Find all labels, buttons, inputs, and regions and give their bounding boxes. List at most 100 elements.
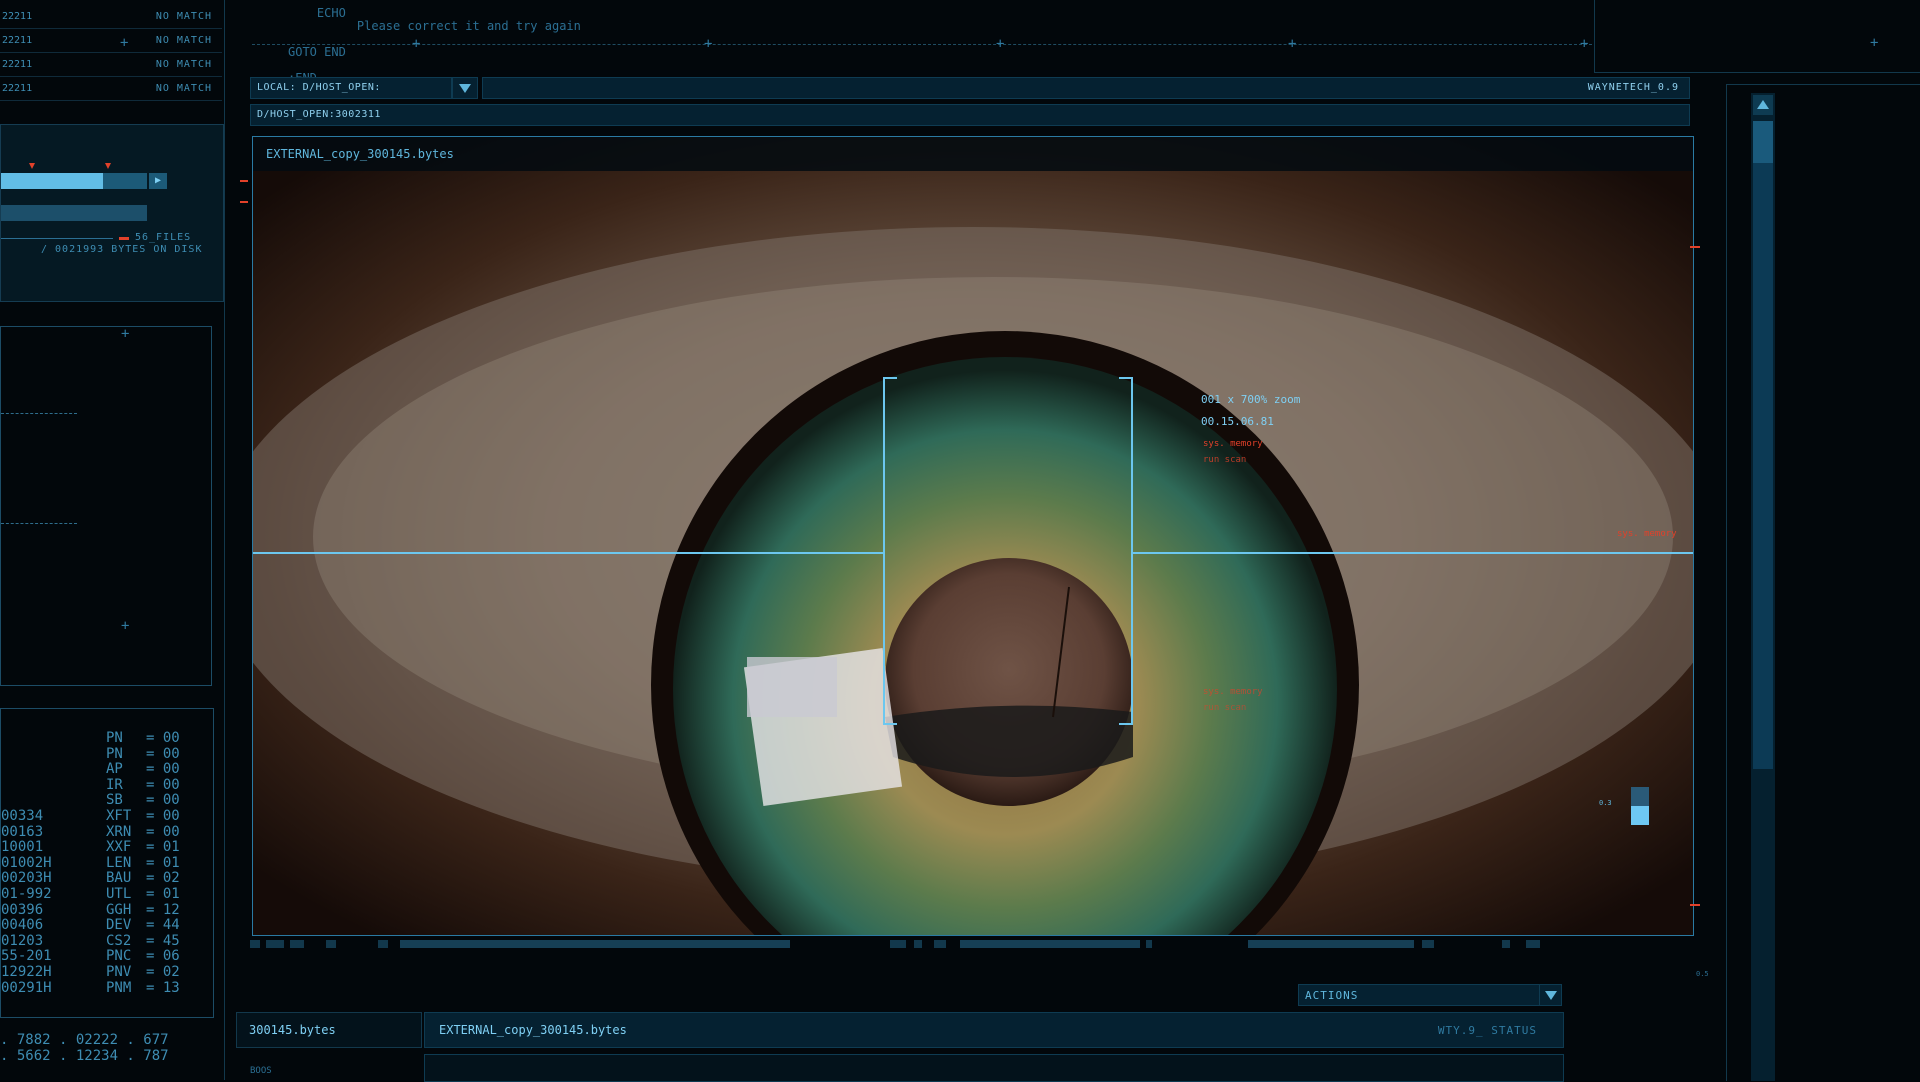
- plus-marker: +: [120, 35, 129, 51]
- register-value: = 13: [146, 979, 180, 996]
- timeline-block: [1526, 940, 1540, 948]
- play-button[interactable]: ▶: [149, 173, 167, 189]
- register-value: = 00: [146, 792, 180, 809]
- local-path-text: LOCAL: D/HOST_OPEN:: [257, 82, 381, 93]
- register-key: XRN: [106, 823, 132, 840]
- plus-marker: +: [704, 36, 713, 52]
- scan-dash: [1, 523, 77, 524]
- sys-memory-label-right: sys. memory: [1617, 529, 1677, 539]
- register-key: BAU: [106, 870, 132, 887]
- register-value: = 00: [146, 807, 180, 824]
- status-label: WTY.9_ STATUS: [1437, 1024, 1537, 1037]
- viewport-file-title: EXTERNAL_copy_300145.bytes: [266, 147, 454, 161]
- match-row[interactable]: 22211 NO MATCH: [0, 30, 222, 53]
- host-path-text: D/HOST_OPEN:3002311: [257, 109, 381, 120]
- register-value: = 44: [146, 917, 180, 934]
- match-row[interactable]: 22211 NO MATCH: [0, 6, 222, 29]
- scroll-thumb-cap: [1753, 121, 1773, 163]
- timestamp-readout: 00.15.06.81: [1201, 415, 1274, 428]
- tiny-label: 0.5: [1696, 970, 1709, 978]
- register-code: 10001: [1, 839, 44, 856]
- local-path-dropdown[interactable]: [452, 77, 478, 99]
- sys-memory-label: sys. memory: [1203, 439, 1263, 449]
- register-row: PN = 00: [1, 730, 211, 747]
- actions-dropdown[interactable]: ACTIONS: [1298, 984, 1562, 1006]
- eye-scan-viewport[interactable]: EXTERNAL_copy_300145.bytes 001 x 700% zo…: [252, 136, 1694, 936]
- timeline-block: [1502, 940, 1510, 948]
- numeric-readout: . 7882 . 02222 . 677 . 5662 . 12234 . 78…: [0, 1032, 212, 1064]
- chevron-up-icon: [1757, 100, 1769, 109]
- register-value: = 00: [146, 823, 180, 840]
- register-value: = 01: [146, 839, 180, 856]
- register-row: 00334 XFT = 00: [1, 807, 211, 825]
- register-value: = 06: [146, 948, 180, 965]
- marker-left: [29, 163, 35, 169]
- tick-strip: [224, 0, 248, 1080]
- brand-label: WAYNETECH_0.9: [1587, 82, 1679, 93]
- register-code: 00163: [1, 823, 44, 840]
- plus-marker: +: [1288, 36, 1297, 52]
- plus-marker: +: [996, 36, 1005, 52]
- alert-tick: [1690, 904, 1700, 906]
- timeline-block: [890, 940, 906, 948]
- register-key: XFT: [106, 807, 132, 824]
- register-code: 01-992: [1, 885, 52, 902]
- register-row: 00291H PNM = 13: [1, 979, 211, 997]
- focus-bracket-right: [1119, 377, 1133, 725]
- timeline-block: [326, 940, 336, 948]
- register-row: 01-992 UTL = 01: [1, 885, 211, 903]
- sys-memory-label: sys. memory: [1203, 687, 1263, 697]
- brand-bar: WAYNETECH_0.9: [482, 77, 1690, 99]
- crosshair-right: [1133, 552, 1693, 554]
- register-row: 00163 XRN = 00: [1, 823, 211, 841]
- plus-marker: +: [1870, 35, 1879, 51]
- numeric-row: . 5662 . 12234 . 787: [0, 1048, 169, 1064]
- register-key: GGH: [106, 901, 132, 918]
- register-key: CS2: [106, 932, 132, 949]
- file-tab-label: 300145.bytes: [249, 1023, 336, 1037]
- match-list: 22211 NO MATCH 22211 NO MATCH 22211 NO M…: [0, 0, 222, 101]
- local-path-field[interactable]: LOCAL: D/HOST_OPEN:: [250, 77, 452, 99]
- timeline-block: [290, 940, 304, 948]
- focus-bracket-left: [883, 377, 897, 725]
- timeline-block: [1146, 940, 1152, 948]
- scroll-thumb[interactable]: [1753, 121, 1773, 769]
- file-tab[interactable]: 300145.bytes: [236, 1012, 422, 1048]
- storage-panel: ▶ 56_FILES / 0021993 BYTES ON DISK: [0, 124, 224, 302]
- timeline-segment: [1248, 940, 1414, 948]
- scroll-up-button[interactable]: [1753, 95, 1773, 115]
- register-value: = 02: [146, 870, 180, 887]
- register-key: XXF: [106, 839, 132, 856]
- match-row[interactable]: 22211 NO MATCH: [0, 78, 222, 101]
- file-info-bar: EXTERNAL_copy_300145.bytes WTY.9_ STATUS: [424, 1012, 1564, 1048]
- timeline-block: [378, 940, 388, 948]
- alert-tick: [240, 201, 248, 203]
- left-panel: 22211 NO MATCH 22211 NO MATCH 22211 NO M…: [0, 0, 225, 1080]
- match-code: 22211: [2, 35, 33, 46]
- register-row: AP = 00: [1, 762, 211, 778]
- alert-tick: [240, 180, 248, 182]
- match-status: NO MATCH: [155, 35, 212, 46]
- register-key: AP: [106, 761, 123, 778]
- scan-dash: [1, 413, 77, 414]
- register-panel: PN = 00 PN = 00 AP = 00 IR = 00 SB = 00 00334…: [0, 708, 214, 1018]
- secondary-track: [1, 205, 147, 221]
- match-code: 22211: [2, 59, 33, 70]
- register-row: SB = 00: [1, 793, 211, 809]
- match-code: 22211: [2, 83, 33, 94]
- register-value: = 12: [146, 901, 180, 918]
- register-row: 00396 GGH = 12: [1, 901, 211, 919]
- dropdown-divider: [1539, 985, 1540, 1005]
- register-value: = 45: [146, 932, 180, 949]
- sub-label: BOOS: [250, 1066, 272, 1076]
- marker-right: [105, 163, 111, 169]
- timeline-strip[interactable]: [250, 940, 1690, 950]
- register-row: 01002H LEN = 01: [1, 855, 211, 872]
- scroll-track[interactable]: [1751, 93, 1775, 1081]
- match-row[interactable]: 22211 NO MATCH: [0, 54, 222, 77]
- match-status: NO MATCH: [155, 83, 212, 94]
- run-scan-label: run scan: [1203, 703, 1247, 713]
- code-output: ECHO Please correct it and try again GOT…: [288, 0, 581, 85]
- register-key: PN: [106, 730, 123, 746]
- register-key: DEV: [106, 917, 132, 934]
